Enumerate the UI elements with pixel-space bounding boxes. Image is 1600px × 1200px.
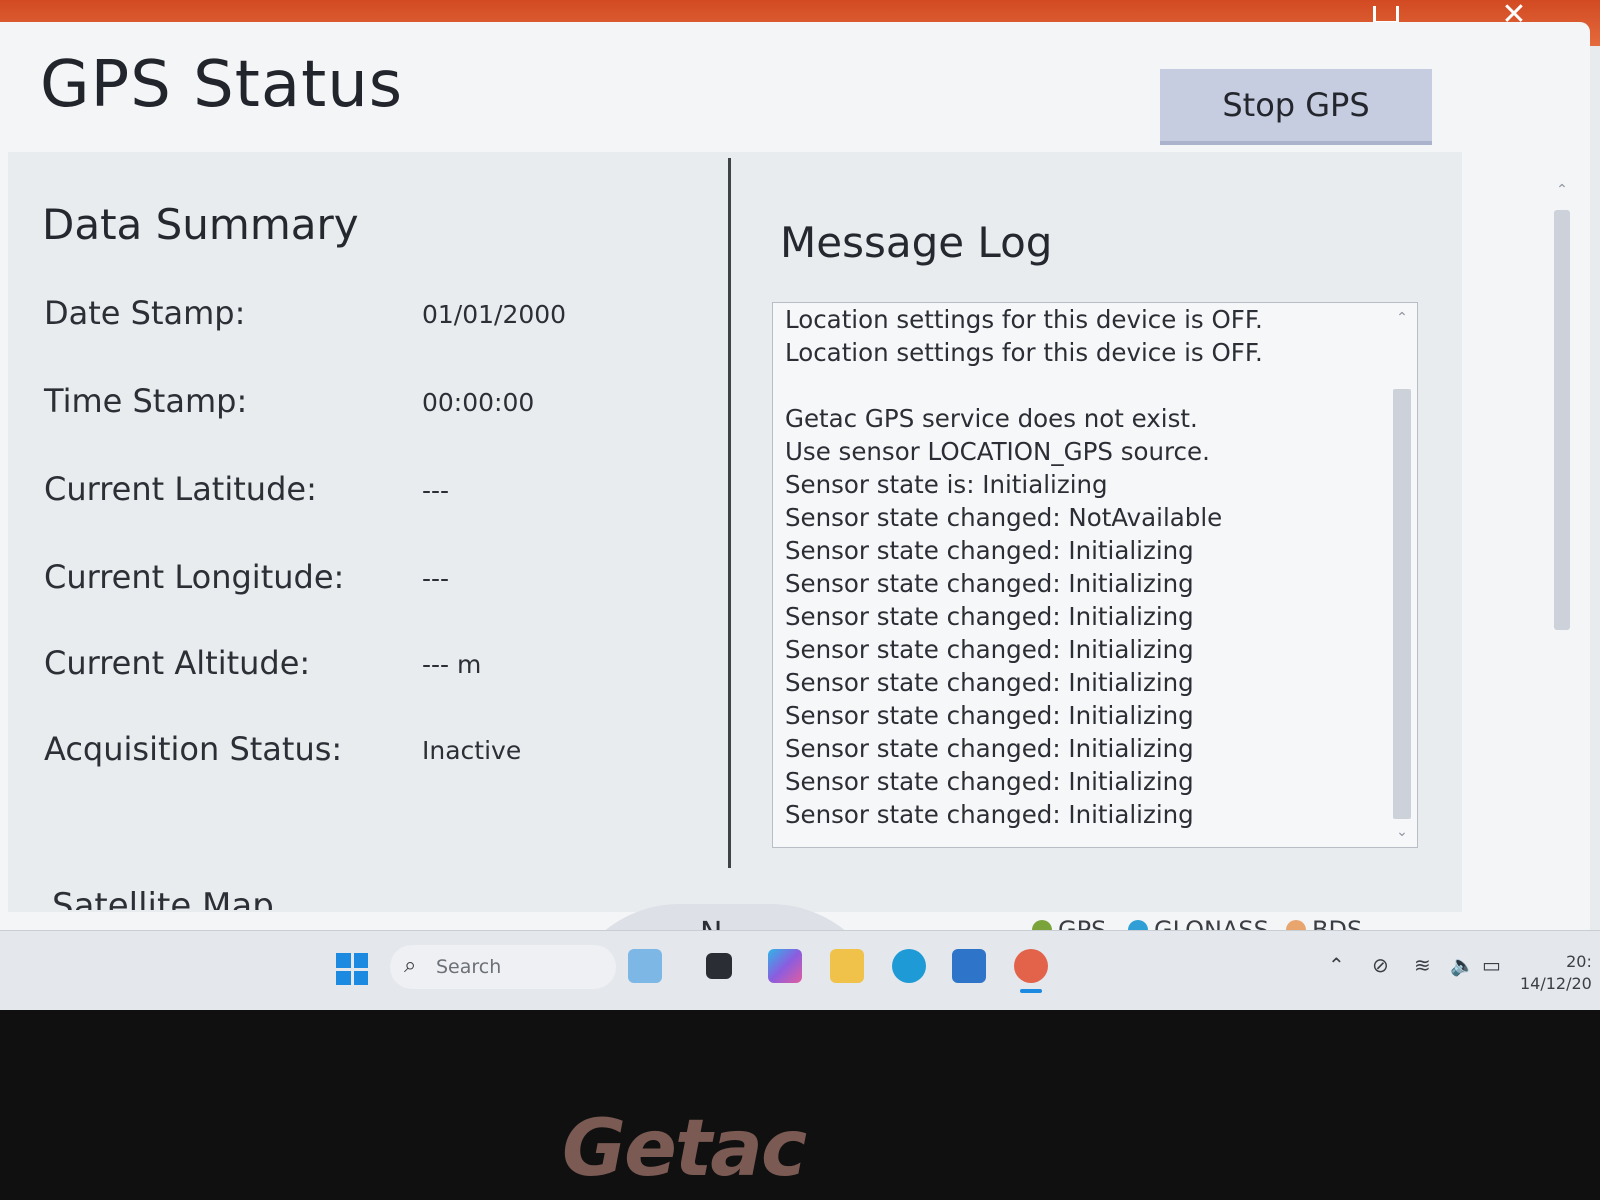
current-longitude-label: Current Longitude: — [44, 558, 345, 596]
log-line: Sensor state changed: Initializing — [785, 536, 1194, 565]
volume-icon[interactable]: 🔈 — [1450, 953, 1475, 977]
edge-browser-icon[interactable] — [892, 949, 926, 983]
log-scrollbar[interactable]: ⌃ ⌄ — [1391, 309, 1413, 841]
battery-icon[interactable]: ▭ — [1482, 953, 1501, 977]
log-line: Sensor state changed: Initializing — [785, 668, 1194, 697]
store-icon[interactable] — [952, 949, 986, 983]
task-view-icon[interactable] — [706, 953, 732, 979]
scroll-down-icon[interactable]: ⌄ — [1391, 823, 1413, 841]
scroll-up-icon[interactable]: ⌃ — [1391, 309, 1413, 327]
message-log-textbox[interactable]: Location settings for this device is OFF… — [772, 302, 1418, 848]
clock-date: 14/12/20 — [1520, 974, 1592, 993]
data-summary-title: Data Summary — [42, 200, 359, 249]
current-longitude-row: Current Longitude: --- — [44, 558, 684, 602]
log-line: Sensor state changed: Initializing — [785, 569, 1194, 598]
gps-status-app-icon[interactable] — [1014, 949, 1048, 993]
windows-start-icon[interactable] — [336, 953, 368, 985]
current-latitude-label: Current Latitude: — [44, 470, 317, 508]
column-divider — [728, 158, 731, 868]
microsoft-365-icon[interactable] — [768, 949, 802, 983]
brand-logo: Getac — [562, 1104, 807, 1194]
current-altitude-row: Current Altitude: --- m — [44, 644, 684, 688]
current-latitude-value: --- — [422, 476, 450, 505]
time-stamp-row: Time Stamp: 00:00:00 — [44, 382, 684, 426]
wifi-icon[interactable]: ≋ — [1414, 953, 1431, 977]
log-line: Sensor state changed: NotAvailable — [785, 503, 1223, 532]
log-line: Location settings for this device is OFF… — [785, 338, 1263, 367]
search-placeholder: Search — [436, 956, 502, 978]
acquisition-status-label: Acquisition Status: — [44, 730, 343, 768]
clock-time: 20: — [1566, 952, 1592, 971]
log-line: Sensor state changed: Initializing — [785, 800, 1194, 829]
current-latitude-row: Current Latitude: --- — [44, 470, 684, 514]
taskbar-clock[interactable]: 20: 14/12/20 — [1520, 951, 1592, 995]
log-line: Sensor state changed: Initializing — [785, 701, 1194, 730]
current-longitude-value: --- — [422, 564, 450, 593]
log-line: Sensor state changed: Initializing — [785, 635, 1194, 664]
page-title: GPS Status — [40, 48, 404, 122]
date-stamp-row: Date Stamp: 01/01/2000 — [44, 294, 684, 338]
gps-status-window: GPS Status Stop GPS Data Summary Date St… — [0, 22, 1590, 962]
log-line: Location settings for this device is OFF… — [785, 305, 1263, 334]
acquisition-status-row: Acquisition Status: Inactive — [44, 730, 684, 774]
taskbar-search-box[interactable]: ⌕ Search — [390, 945, 616, 989]
log-line: Sensor state changed: Initializing — [785, 767, 1194, 796]
acquisition-status-value: Inactive — [422, 736, 522, 765]
log-line: Sensor state changed: Initializing — [785, 602, 1194, 631]
date-stamp-label: Date Stamp: — [44, 294, 246, 332]
current-altitude-label: Current Altitude: — [44, 644, 311, 682]
log-line: Sensor state is: Initializing — [785, 470, 1108, 499]
scroll-thumb[interactable] — [1393, 389, 1411, 819]
log-line: Sensor state changed: Initializing — [785, 734, 1194, 763]
date-stamp-value: 01/01/2000 — [422, 300, 567, 329]
tray-overflow-icon[interactable]: ⌃ — [1328, 953, 1345, 977]
scroll-up-icon[interactable]: ⌃ — [1550, 182, 1574, 198]
widgets-icon[interactable] — [628, 949, 662, 983]
scroll-thumb[interactable] — [1554, 210, 1570, 630]
stop-gps-button[interactable]: Stop GPS — [1160, 69, 1432, 145]
satellite-map-title: Satellite Map — [52, 886, 274, 910]
location-off-icon[interactable]: ⊘ — [1372, 953, 1389, 977]
windows-taskbar: ⌕ Search ⌃ ⊘ ≋ 🔈 ▭ 20: 14/12/20 — [0, 930, 1600, 1010]
log-line: Getac GPS service does not exist. — [785, 404, 1198, 433]
file-explorer-icon[interactable] — [830, 949, 864, 983]
time-stamp-value: 00:00:00 — [422, 388, 535, 417]
current-altitude-value: --- m — [422, 650, 482, 679]
screen: ✕ GPS Status Stop GPS Data Summary Date … — [0, 0, 1600, 1010]
message-log-title: Message Log — [780, 218, 1053, 267]
search-icon: ⌕ — [404, 953, 417, 978]
log-line: Use sensor LOCATION_GPS source. — [785, 437, 1210, 466]
page-scrollbar[interactable]: ⌃ — [1550, 182, 1574, 962]
time-stamp-label: Time Stamp: — [44, 382, 248, 420]
